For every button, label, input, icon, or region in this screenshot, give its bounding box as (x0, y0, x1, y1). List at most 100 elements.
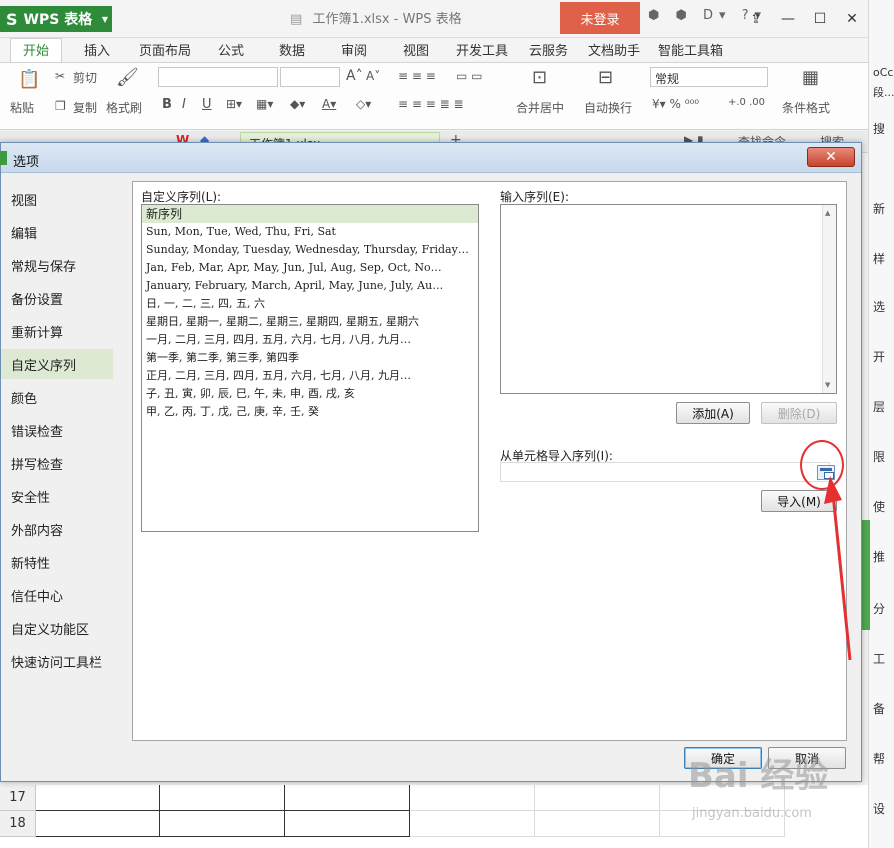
bold-icon[interactable]: B (162, 97, 172, 112)
right-strip-item[interactable]: 工 (873, 650, 885, 667)
right-strip-item[interactable]: 帮 (873, 750, 885, 767)
right-strip-item[interactable]: 备 (873, 700, 885, 717)
list-item[interactable]: 第一季, 第二季, 第三季, 第四季 (142, 349, 478, 367)
copy-button[interactable]: 复制 (73, 99, 97, 116)
grid-cell[interactable] (535, 811, 660, 837)
format-painter-button[interactable]: 格式刷 (106, 99, 142, 116)
list-item[interactable]: 正月, 二月, 三月, 四月, 五月, 六月, 七月, 八月, 九月… (142, 367, 478, 385)
minimize-button[interactable]: — (772, 6, 804, 32)
wps-app-menu[interactable]: S WPS 表格 ▼ (0, 6, 112, 32)
italic-icon[interactable]: I (182, 97, 186, 112)
increase-font-icon[interactable]: A˄ (346, 68, 363, 84)
nav-recalculate[interactable]: 重新计算 (11, 316, 123, 346)
tab-formulas[interactable]: 公式 (218, 40, 244, 59)
underline-icon[interactable]: U (202, 97, 212, 112)
list-item[interactable]: 新序列 (142, 205, 478, 223)
row-header[interactable]: 18 (0, 811, 36, 837)
tab-developer[interactable]: 开发工具 (456, 40, 508, 59)
merge-center-button[interactable]: 合并居中 (516, 99, 564, 116)
nav-external-content[interactable]: 外部内容 (11, 514, 123, 544)
tab-page-layout[interactable]: 页面布局 (139, 40, 191, 59)
fill-color-icon[interactable]: ◆▾ (290, 97, 305, 111)
right-strip-item[interactable]: 限 (873, 448, 885, 465)
tab-doc-assistant[interactable]: 文档助手 (588, 40, 640, 59)
grid-cell[interactable] (160, 785, 285, 811)
decrease-font-icon[interactable]: A˅ (366, 69, 380, 83)
list-item[interactable]: 一月, 二月, 三月, 四月, 五月, 六月, 七月, 八月, 九月… (142, 331, 478, 349)
import-range-input[interactable] (500, 462, 830, 482)
grid-cell[interactable] (285, 785, 410, 811)
list-item[interactable]: January, February, March, April, May, Ju… (142, 277, 478, 295)
scroll-down-icon[interactable]: ▼ (825, 381, 830, 389)
grid-cell[interactable] (660, 785, 785, 811)
list-item[interactable]: 星期日, 星期一, 星期二, 星期三, 星期四, 星期五, 星期六 (142, 313, 478, 331)
right-strip-item[interactable]: 分 (873, 600, 885, 617)
nav-backup[interactable]: 备份设置 (11, 283, 123, 313)
tab-smart-toolbox[interactable]: 智能工具箱 (658, 40, 723, 59)
input-sequence-textarea[interactable]: ▲ ▼ (500, 204, 837, 394)
right-strip-item[interactable]: 推 (873, 548, 885, 565)
nav-quick-access-toolbar[interactable]: 快速访问工具栏 (11, 646, 123, 676)
right-strip-item[interactable]: 选 (873, 298, 885, 315)
row-header[interactable]: 17 (0, 785, 36, 811)
grid-cell[interactable] (285, 811, 410, 837)
dialog-titlebar[interactable]: 选项 ✕ (0, 143, 861, 173)
tab-review[interactable]: 审阅 (341, 40, 367, 59)
scroll-up-icon[interactable]: ▲ (825, 209, 830, 217)
grid-cell[interactable] (535, 785, 660, 811)
format-painter-icon[interactable]: 🖌 (116, 67, 139, 88)
merge-center-icon[interactable]: ⊡ (532, 67, 547, 88)
cell-style-icon[interactable]: ▦▾ (256, 97, 273, 111)
nav-color[interactable]: 颜色 (11, 382, 123, 412)
right-strip-item[interactable]: 样 (873, 250, 885, 267)
cut-icon[interactable]: ✂ (55, 69, 65, 83)
close-window-button[interactable]: ✕ (836, 6, 868, 32)
custom-lists-listbox[interactable]: 新序列 Sun, Mon, Tue, Wed, Thu, Fri, Sat Su… (141, 204, 479, 532)
nav-trust-center[interactable]: 信任中心 (11, 580, 123, 610)
list-item[interactable]: Sun, Mon, Tue, Wed, Thu, Fri, Sat (142, 223, 478, 241)
wrap-text-button[interactable]: 自动换行 (584, 99, 632, 116)
nav-customize-ribbon[interactable]: 自定义功能区 (11, 613, 123, 643)
nav-edit[interactable]: 编辑 (11, 217, 123, 247)
clear-format-icon[interactable]: ◇▾ (356, 97, 371, 111)
decimal-icon[interactable]: +.0 .00 (728, 97, 765, 108)
tab-insert[interactable]: 插入 (84, 40, 110, 59)
nav-general-save[interactable]: 常规与保存 (11, 250, 123, 280)
cut-button[interactable]: 剪切 (73, 69, 97, 86)
list-item[interactable]: Sunday, Monday, Tuesday, Wednesday, Thur… (142, 241, 478, 259)
nav-spell-check[interactable]: 拼写检查 (11, 448, 123, 478)
conditional-format-icon[interactable]: ▦ (802, 67, 819, 88)
font-family-select[interactable] (158, 67, 278, 87)
grid-cell[interactable] (410, 785, 535, 811)
align-top-icon[interactable]: ≡ ≡ ≡ (398, 69, 436, 83)
nav-new-features[interactable]: 新特性 (11, 547, 123, 577)
ok-button[interactable]: 确定 (684, 747, 762, 769)
paste-button[interactable]: 粘贴 (10, 99, 34, 116)
dialog-close-button[interactable]: ✕ (807, 147, 855, 167)
right-strip-item[interactable]: 使 (873, 498, 885, 515)
grid-cell[interactable] (160, 811, 285, 837)
font-color-icon[interactable]: A▾ (322, 97, 336, 111)
scrollbar[interactable]: ▲ ▼ (822, 205, 836, 393)
list-item[interactable]: Jan, Feb, Mar, Apr, May, Jun, Jul, Aug, … (142, 259, 478, 277)
number-format-select[interactable]: 常规 (650, 67, 768, 87)
delete-button[interactable]: 删除(D) (761, 402, 837, 424)
align-left-icon[interactable]: ≡ ≡ ≡ ≣ ≣ (398, 97, 464, 111)
upload-icon[interactable]: ⇪ (740, 6, 772, 32)
grid-cell[interactable] (660, 811, 785, 837)
cancel-button[interactable]: 取消 (768, 747, 846, 769)
copy-icon[interactable]: ❐ (55, 99, 66, 113)
nav-security[interactable]: 安全性 (11, 481, 123, 511)
add-button[interactable]: 添加(A) (676, 402, 750, 424)
tab-cloud[interactable]: 云服务 (529, 40, 568, 59)
grid-cell[interactable] (410, 811, 535, 837)
list-item[interactable]: 日, 一, 二, 三, 四, 五, 六 (142, 295, 478, 313)
maximize-button[interactable]: ☐ (804, 6, 836, 32)
tab-view[interactable]: 视图 (403, 40, 429, 59)
right-strip-item[interactable]: 层 (873, 398, 885, 415)
grid-cell[interactable] (36, 785, 160, 811)
login-button[interactable]: 未登录 (560, 2, 640, 34)
tab-data[interactable]: 数据 (279, 40, 305, 59)
right-strip-item[interactable]: 新 (873, 200, 885, 217)
tab-home[interactable]: 开始 (10, 38, 63, 62)
